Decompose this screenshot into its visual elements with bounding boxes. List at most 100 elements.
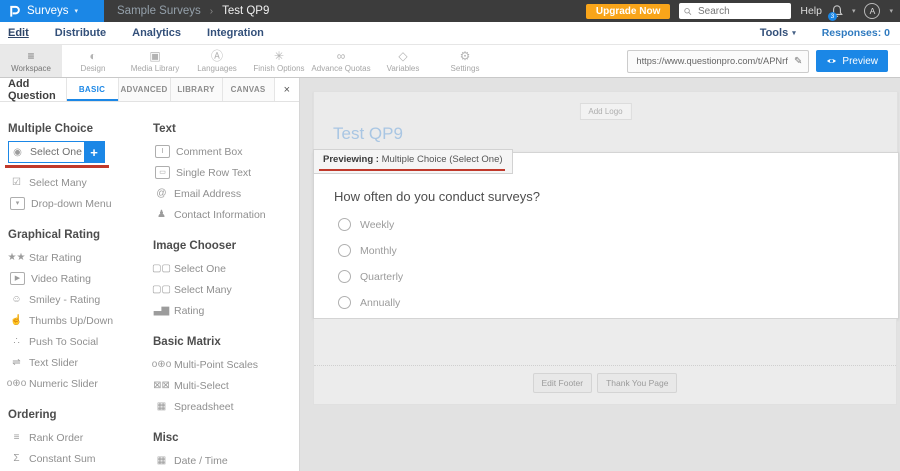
- question-type-item[interactable]: ▾ Drop-down Menu +: [8, 193, 153, 214]
- question-type-item[interactable]: o⊕o Numeric Slider +: [8, 373, 153, 394]
- question-type-item[interactable]: ▦ Date / Time +: [153, 450, 299, 471]
- answer-option[interactable]: Quarterly: [338, 270, 898, 283]
- question-type-item[interactable]: ▭ Single Row Text +: [153, 162, 299, 183]
- question-type-label: Rating: [174, 305, 204, 317]
- toolbar-item-label: Languages: [197, 64, 237, 73]
- section-items: ◉ Select One + ☑ Select Many + ▾: [8, 141, 153, 214]
- previewing-tab: Previewing : Multiple Choice (Select One…: [313, 149, 513, 174]
- question-type-item[interactable]: ⊠⊠ Multi-Select +: [153, 375, 299, 396]
- toolbar-item[interactable]: ◐ Design: [62, 45, 124, 77]
- survey-url-input[interactable]: [634, 55, 790, 67]
- radio-icon[interactable]: [338, 296, 351, 309]
- question-type-item[interactable]: ≡ Rank Order +: [8, 427, 153, 448]
- answer-option[interactable]: Annually: [338, 296, 898, 309]
- answer-option-label: Weekly: [360, 219, 394, 231]
- panel-tab[interactable]: BASIC: [66, 78, 118, 101]
- question-type-item[interactable]: ☺ Smiley - Rating +: [8, 289, 153, 310]
- question-type-item[interactable]: ▢▢ Select One +: [153, 258, 299, 279]
- question-type-item[interactable]: @ Email Address +: [153, 183, 299, 204]
- question-type-label: Video Rating: [31, 273, 91, 285]
- footer-button[interactable]: Thank You Page: [597, 373, 677, 393]
- add-question-plus-button[interactable]: +: [84, 142, 104, 162]
- previewing-label: Previewing :: [323, 154, 382, 165]
- edit-url-pencil-icon[interactable]: ✎: [794, 56, 802, 67]
- question-type-section: Image Chooser ▢▢ Select One + ▢▢ S: [153, 240, 299, 321]
- chevron-down-icon[interactable]: ▾: [852, 7, 856, 15]
- chevron-down-icon[interactable]: ▾: [889, 7, 893, 15]
- question-type-item[interactable]: ⇌ Text Slider +: [8, 352, 153, 373]
- toolbar-item[interactable]: ⚙ Settings: [434, 45, 496, 77]
- nav-link[interactable]: Edit: [8, 27, 29, 39]
- question-type-icon: @: [153, 188, 170, 199]
- toolbar-item[interactable]: ▣ Media Library: [124, 45, 186, 77]
- question-type-label: Smiley - Rating: [29, 294, 100, 306]
- footer-divider: [314, 365, 896, 366]
- question-type-item[interactable]: ★★ Star Rating +: [8, 247, 153, 268]
- question-type-label: Spreadsheet: [174, 401, 234, 413]
- preview-button[interactable]: Preview: [816, 50, 888, 72]
- question-type-item[interactable]: ▢▢ Select Many +: [153, 279, 299, 300]
- section-items: o⊕o Multi-Point Scales + ⊠⊠ Multi-Select…: [153, 354, 299, 417]
- toolbar-item[interactable]: Ⓐ Languages: [186, 45, 248, 77]
- toolbar-item[interactable]: ∞ Advance Quotas: [310, 45, 372, 77]
- question-type-item[interactable]: ☑ Select Many +: [8, 172, 153, 193]
- chevron-down-icon: ▾: [792, 29, 796, 37]
- panel-tab[interactable]: LIBRARY: [170, 78, 222, 101]
- question-type-label: Single Row Text: [176, 167, 251, 179]
- question-type-item[interactable]: o⊕o Multi-Point Scales +: [153, 354, 299, 375]
- radio-icon[interactable]: [338, 244, 351, 257]
- question-type-item[interactable]: I Comment Box +: [153, 141, 299, 162]
- question-type-icon: ⇌: [8, 357, 25, 368]
- notifications-button[interactable]: 3: [831, 4, 843, 18]
- toolbar-item[interactable]: ✳ Finish Options: [248, 45, 310, 77]
- tools-menu[interactable]: Tools ▾: [760, 27, 796, 39]
- close-icon[interactable]: ×: [275, 78, 299, 101]
- nav-link[interactable]: Analytics: [132, 27, 181, 39]
- question-type-label: Numeric Slider: [29, 378, 98, 390]
- question-type-item[interactable]: ▦ Spreadsheet +: [153, 396, 299, 417]
- question-type-item[interactable]: ◉ Select One +: [8, 141, 105, 163]
- question-type-label: Thumbs Up/Down: [29, 315, 113, 327]
- question-type-section: Misc ▦ Date / Time + vx Captcha: [153, 432, 299, 471]
- breadcrumb-parent[interactable]: Sample Surveys: [117, 5, 201, 17]
- survey-title[interactable]: Test QP9: [333, 124, 403, 144]
- search-input[interactable]: [696, 5, 786, 18]
- footer-button[interactable]: Edit Footer: [533, 373, 593, 393]
- toolbar-item-icon: ⚙: [460, 50, 471, 63]
- radio-icon[interactable]: [338, 218, 351, 231]
- question-type-item[interactable]: ▃▆ Rating +: [153, 300, 299, 321]
- question-type-item[interactable]: ▶ Video Rating +: [8, 268, 153, 289]
- surveys-menu[interactable]: Surveys ▾: [0, 0, 104, 22]
- question-type-item[interactable]: ♟ Contact Information +: [153, 204, 299, 225]
- answer-option-label: Monthly: [360, 245, 397, 257]
- question-type-icon: ♟: [153, 209, 170, 220]
- search-icon: [684, 7, 692, 16]
- radio-icon[interactable]: [338, 270, 351, 283]
- question-type-item[interactable]: ∴ Push To Social +: [8, 331, 153, 352]
- responses-count[interactable]: Responses: 0: [822, 27, 890, 39]
- answer-options: Weekly Monthly Quarterly Annually: [338, 218, 898, 309]
- nav-link[interactable]: Distribute: [55, 27, 106, 39]
- nav-link[interactable]: Integration: [207, 27, 264, 39]
- survey-canvas: Add Logo Test QP9 How often do you condu…: [300, 78, 900, 471]
- answer-option[interactable]: Weekly: [338, 218, 898, 231]
- question-type-label: Email Address: [174, 188, 241, 200]
- question-text[interactable]: How often do you conduct surveys?: [334, 189, 898, 204]
- nav-right: Tools ▾ Responses: 0: [760, 27, 890, 39]
- panel-tab[interactable]: CANVAS: [222, 78, 275, 101]
- question-type-item[interactable]: Σ Constant Sum +: [8, 448, 153, 469]
- question-type-item[interactable]: ☝ Thumbs Up/Down +: [8, 310, 153, 331]
- toolbar-item[interactable]: ◇ Variables: [372, 45, 434, 77]
- avatar[interactable]: A: [864, 3, 880, 19]
- answer-option[interactable]: Monthly: [338, 244, 898, 257]
- panel-tab[interactable]: ADVANCED: [118, 78, 170, 101]
- add-logo-button[interactable]: Add Logo: [579, 103, 631, 120]
- question-type-icon: ▦: [153, 401, 170, 412]
- upgrade-now-button[interactable]: Upgrade Now: [586, 4, 670, 19]
- toolbar-item-label: Settings: [451, 64, 480, 73]
- toolbar-item[interactable]: ≡ Workspace: [0, 45, 62, 77]
- search-box[interactable]: [679, 3, 791, 19]
- previewing-question-type: Multiple Choice (Select One): [382, 154, 503, 165]
- help-link[interactable]: Help: [800, 5, 822, 17]
- toolbar-right: ✎ Preview: [627, 45, 900, 77]
